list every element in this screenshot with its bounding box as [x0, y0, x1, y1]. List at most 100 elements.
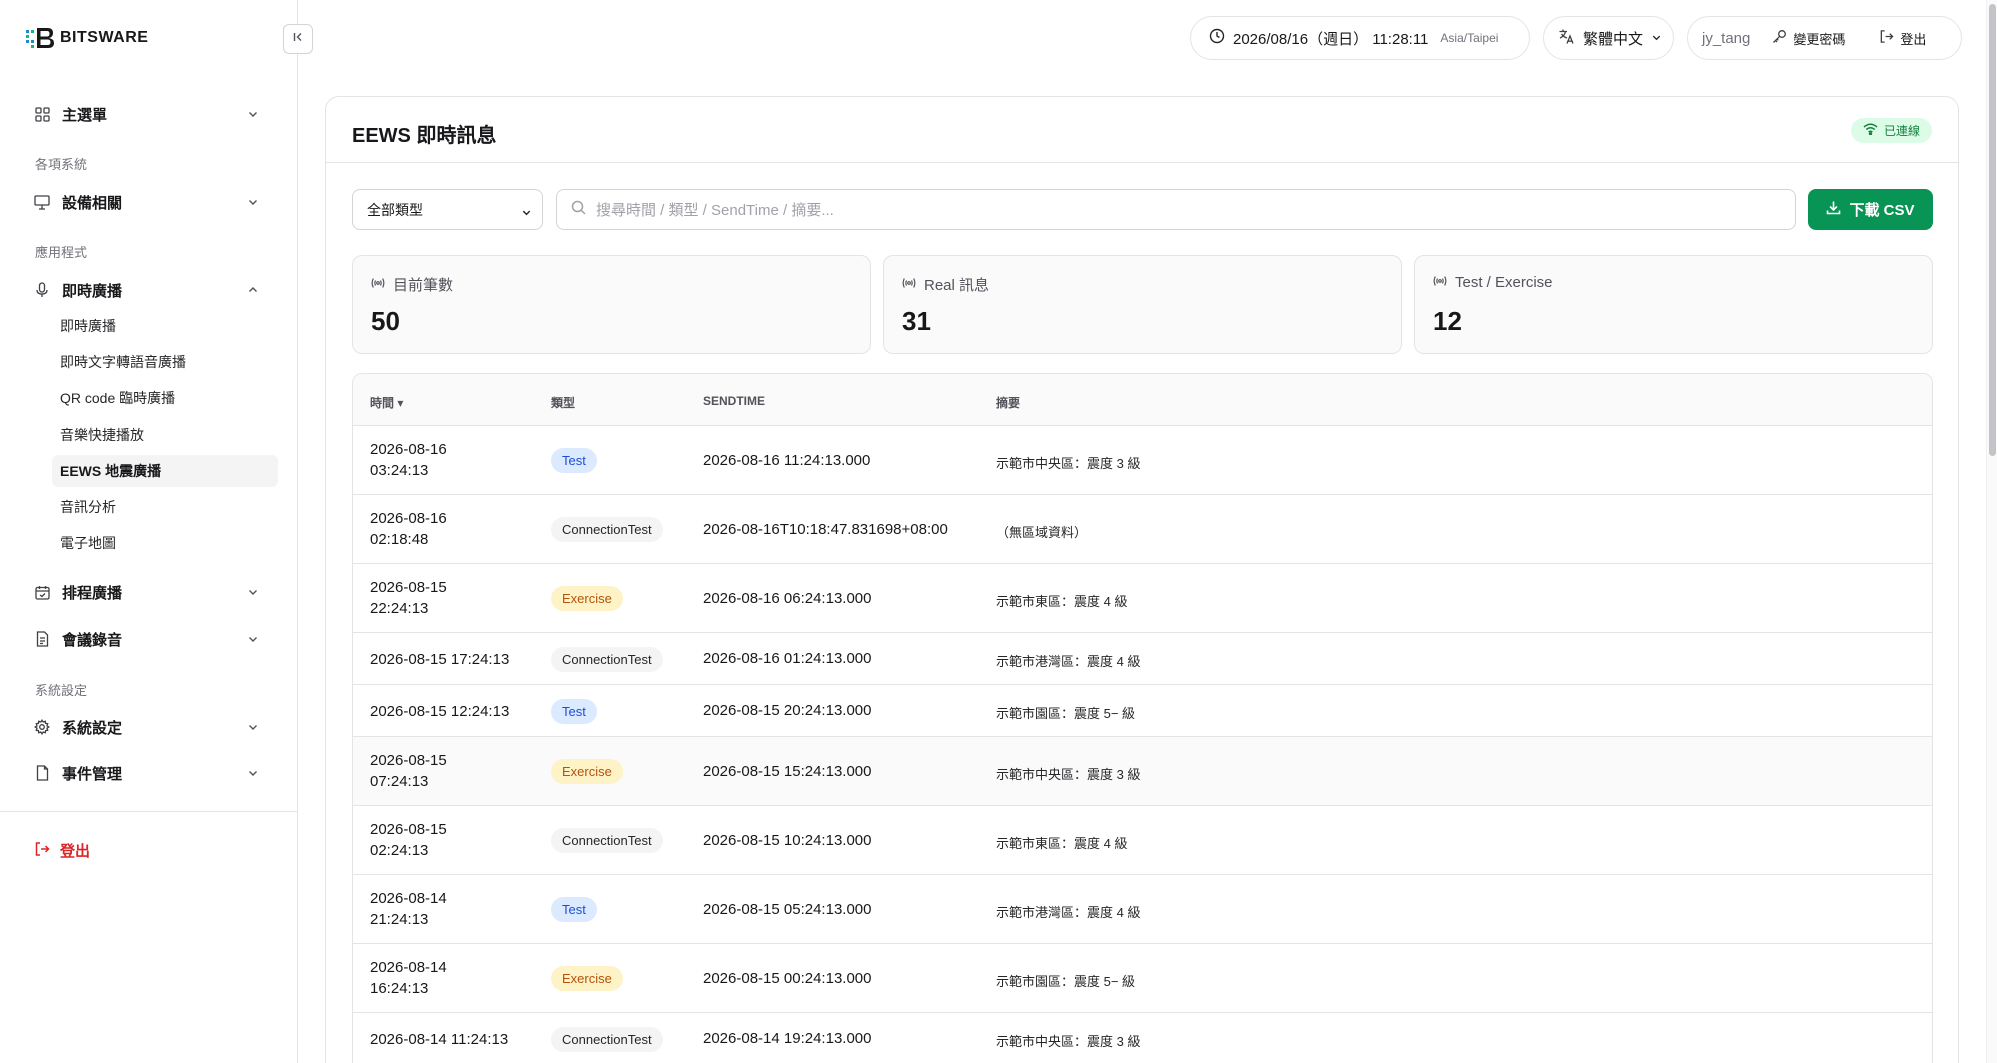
- sidebar-item-live-broadcast[interactable]: 即時廣播: [52, 310, 278, 342]
- column-header-type: 類型: [551, 396, 576, 410]
- gear-icon: [34, 719, 50, 735]
- chevron-down-icon: [247, 585, 259, 603]
- stat-label: 目前筆數: [371, 274, 453, 295]
- microphone-icon: [34, 282, 50, 298]
- type-badge: ConnectionTest: [551, 517, 663, 542]
- nav-schedule-label: 排程廣播: [62, 584, 123, 602]
- section-label-settings: 系統設定: [35, 683, 88, 698]
- table-row[interactable]: 2026-08-15 12:24:13 Test 2026-08-15 20:24:…: [353, 685, 1932, 737]
- type-badge: Exercise: [551, 586, 623, 611]
- page-scrollbar[interactable]: [1986, 0, 1997, 1063]
- chevron-down-icon: [247, 107, 259, 125]
- nav-devices-label: 設備相關: [62, 194, 123, 212]
- download-csv-label: 下載 CSV: [1849, 202, 1915, 219]
- translate-icon: [1558, 28, 1575, 49]
- sidebar-item-audio-analysis[interactable]: 音訊分析: [52, 491, 278, 523]
- table-row[interactable]: 2026-08-15 22:24:13 Exercise 2026-08-16 06…: [353, 564, 1932, 633]
- cell-summary: 示範市中央區：震度 3 級: [996, 1034, 1141, 1049]
- cell-sendtime: 2026-08-15 00:24:13.000: [703, 970, 872, 987]
- cell-sendtime: 2026-08-15 05:24:13.000: [703, 901, 872, 918]
- table-row[interactable]: 2026-08-15 07:24:13 Exercise 2026-08-15 15…: [353, 737, 1932, 806]
- table-row[interactable]: 2026-08-15 17:24:13 ConnectionTest 2026-08…: [353, 633, 1932, 685]
- type-badge: Exercise: [551, 759, 623, 784]
- table-row[interactable]: 2026-08-16 03:24:13 Test 2026-08-16 11:24:…: [353, 426, 1932, 495]
- collapse-sidebar-button[interactable]: [283, 24, 313, 54]
- section-label-systems: 各項系統: [35, 157, 88, 172]
- cell-time: 2026-08-16 03:24:13: [370, 441, 447, 479]
- cell-type: Exercise: [551, 759, 623, 784]
- table-body: 2026-08-16 03:24:13 Test 2026-08-16 11:24:…: [353, 426, 1932, 1063]
- nav-meeting-recording[interactable]: 會議錄音: [24, 623, 273, 655]
- search-input[interactable]: 搜尋時間 / 類型 / SendTime / 摘要...: [556, 189, 1796, 230]
- timezone-text: Asia/Taipei: [1440, 31, 1499, 45]
- nav-event-management[interactable]: 事件管理: [24, 757, 273, 789]
- cell-sendtime: 2026-08-16 11:24:13.000: [703, 452, 871, 469]
- table-row[interactable]: 2026-08-16 02:18:48 ConnectionTest 2026-08…: [353, 495, 1932, 564]
- stat-count-value: 50: [371, 306, 400, 336]
- cell-summary: 示範市東區：震度 4 級: [996, 836, 1128, 851]
- table-row[interactable]: 2026-08-15 02:24:13 ConnectionTest 2026-08…: [353, 806, 1932, 875]
- cell-time: 2026-08-15 02:24:13: [370, 821, 447, 859]
- broadcast-icon: [902, 276, 916, 293]
- datetime-display: 2026/08/16（週日） 11:28:11 Asia/Taipei: [1190, 16, 1530, 60]
- collapse-left-icon: [292, 30, 304, 48]
- nav-schedule[interactable]: 排程廣播: [24, 576, 273, 608]
- type-filter-select[interactable]: 全部類型: [352, 189, 543, 230]
- sidebar-item-e-map[interactable]: 電子地圖: [52, 527, 278, 559]
- cell-summary: 示範市中央區：震度 3 級: [996, 767, 1141, 782]
- column-header-time[interactable]: 時間 ▾: [370, 394, 403, 411]
- sidebar: BITSWARE 主選單 各項系統 設備相關 應用程式 即時廣播 即時廣播 即時…: [0, 0, 298, 1063]
- section-label-apps: 應用程式: [35, 245, 88, 260]
- eews-card: EEWS 即時訊息 已連線 全部類型 搜尋時間 / 類型 / SendTime …: [325, 96, 1959, 1063]
- nav-live-broadcast[interactable]: 即時廣播: [24, 274, 273, 306]
- logout-icon: [1879, 29, 1894, 47]
- language-selector[interactable]: 繁體中文: [1543, 16, 1674, 60]
- chevron-down-icon: [247, 720, 259, 738]
- stat-real-value: 31: [902, 306, 931, 336]
- sidebar-item-music-quickplay[interactable]: 音樂快捷播放: [52, 419, 278, 451]
- chevron-up-icon: [247, 283, 259, 301]
- eews-table: 時間 ▾ 類型 SENDTIME 摘要 2026-08-16 03:24:13 T…: [352, 373, 1933, 1063]
- column-header-summary: 摘要: [996, 396, 1021, 410]
- stat-card-test-exercise: Test / Exercise 12: [1414, 255, 1933, 354]
- card-header: EEWS 即時訊息 已連線: [326, 97, 1958, 163]
- scrollbar-thumb[interactable]: [1989, 4, 1996, 456]
- chevron-down-icon: [247, 766, 259, 784]
- cell-summary: 示範市東區：震度 4 級: [996, 594, 1128, 609]
- nav-system-settings[interactable]: 系統設定: [24, 711, 273, 743]
- search-placeholder: 搜尋時間 / 類型 / SendTime / 摘要...: [596, 202, 834, 219]
- cell-time: 2026-08-14 16:24:13: [370, 959, 447, 997]
- nav-devices[interactable]: 設備相關: [24, 186, 273, 218]
- type-badge: Test: [551, 448, 597, 473]
- cell-time: 2026-08-15 22:24:13: [370, 579, 447, 617]
- download-csv-button[interactable]: 下載 CSV: [1808, 189, 1933, 230]
- connection-status-text: 已連線: [1883, 124, 1920, 138]
- sidebar-logout-button[interactable]: 登出: [34, 840, 90, 861]
- change-password-button[interactable]: 變更密碼: [1772, 29, 1845, 48]
- sidebar-item-qr-broadcast[interactable]: QR code 臨時廣播: [52, 382, 278, 414]
- sidebar-item-eews[interactable]: EEWS 地震廣播: [52, 455, 278, 487]
- topbar-logout-button[interactable]: 登出: [1879, 29, 1926, 48]
- connection-status-badge: 已連線: [1850, 118, 1932, 143]
- stat-card-count: 目前筆數 50: [352, 255, 871, 354]
- table-row[interactable]: 2026-08-14 16:24:13 Exercise 2026-08-15 00…: [353, 944, 1932, 1013]
- sidebar-divider: [0, 811, 297, 812]
- nav-meeting-label: 會議錄音: [62, 631, 123, 649]
- cell-summary: 示範市園區：震度 5− 級: [996, 974, 1136, 989]
- key-icon: [1772, 29, 1787, 47]
- cell-summary: 示範市港灣區：震度 4 級: [996, 905, 1141, 920]
- cell-summary: （無區域資料）: [996, 525, 1088, 540]
- change-password-label: 變更密碼: [1793, 31, 1846, 47]
- brand-logo[interactable]: BITSWARE: [26, 26, 148, 50]
- topbar-logout-label: 登出: [1900, 31, 1927, 47]
- cell-type: ConnectionTest: [551, 1027, 663, 1052]
- cell-sendtime: 2026-08-14 19:24:13.000: [703, 1030, 872, 1047]
- sidebar-item-tts-broadcast[interactable]: 即時文字轉語音廣播: [52, 346, 278, 378]
- table-row[interactable]: 2026-08-14 21:24:13 Test 2026-08-15 05:24:…: [353, 875, 1932, 944]
- file-icon: [34, 765, 50, 781]
- search-icon: [571, 200, 586, 220]
- cell-time: 2026-08-15 07:24:13: [370, 752, 447, 790]
- nav-main-menu[interactable]: 主選單: [24, 98, 273, 130]
- type-badge: ConnectionTest: [551, 828, 663, 853]
- table-row[interactable]: 2026-08-14 11:24:13 ConnectionTest 2026-08…: [353, 1013, 1932, 1063]
